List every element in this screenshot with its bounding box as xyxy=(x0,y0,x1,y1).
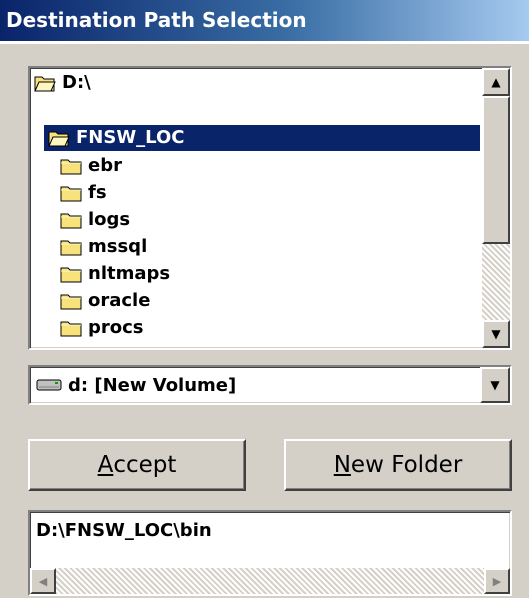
tree-item-folder[interactable]: ebr xyxy=(60,153,126,179)
window-title: Destination Path Selection xyxy=(6,8,307,32)
title-bar: Destination Path Selection xyxy=(0,0,529,44)
tree-item-folder[interactable]: mssql xyxy=(60,234,151,260)
folder-tree[interactable]: D:\ FNSW_LOC ebr fs logs mssql nltmaps o… xyxy=(28,66,512,350)
open-folder-icon xyxy=(48,131,70,147)
accept-button[interactable]: Accept xyxy=(28,439,246,491)
folder-icon xyxy=(60,159,82,175)
accept-mnemonic: A xyxy=(97,452,114,478)
drive-icon xyxy=(36,379,62,391)
tree-item-label: fs xyxy=(88,182,107,203)
new-folder-label: ew Folder xyxy=(350,452,463,478)
scroll-down-button[interactable]: ▼ xyxy=(482,320,510,348)
tree-vertical-scrollbar[interactable]: ▲ ▼ xyxy=(482,68,510,348)
new-folder-button[interactable]: New Folder xyxy=(284,439,512,491)
new-folder-mnemonic: N xyxy=(333,452,351,478)
scroll-up-button[interactable]: ▲ xyxy=(482,68,510,96)
tree-item-folder[interactable]: nltmaps xyxy=(60,261,174,287)
tree-item-label: logs xyxy=(88,209,131,230)
tree-item-label: D:\ xyxy=(62,72,91,93)
tree-item-label: FNSW_LOC xyxy=(72,126,189,150)
tree-item-root[interactable]: D:\ xyxy=(34,70,95,96)
scroll-right-button[interactable]: ▶ xyxy=(484,568,510,594)
tree-item-label: procs xyxy=(88,317,144,338)
tree-item-folder[interactable]: oracle xyxy=(60,288,154,314)
tree-item-label: mssql xyxy=(88,236,148,257)
folder-icon xyxy=(60,186,82,202)
folder-tree-list: D:\ FNSW_LOC ebr fs logs mssql nltmaps o… xyxy=(30,68,480,348)
tree-item-folder[interactable]: fs xyxy=(60,180,111,206)
tree-item-label: nltmaps xyxy=(88,263,171,284)
path-field[interactable]: D:\FNSW_LOC\bin ◀ ▶ xyxy=(28,510,512,596)
chevron-down-icon: ▼ xyxy=(490,378,500,392)
tree-item-folder[interactable]: logs xyxy=(60,207,134,233)
tree-item-folder[interactable]: procs xyxy=(60,315,148,341)
folder-icon xyxy=(60,213,82,229)
arrow-down-icon: ▼ xyxy=(491,327,501,341)
drive-select-value-row: d: [New Volume] xyxy=(36,367,236,403)
arrow-left-icon: ◀ xyxy=(38,574,48,588)
scroll-thumb[interactable] xyxy=(482,96,510,244)
open-folder-icon xyxy=(34,76,56,92)
drive-dropdown-button[interactable]: ▼ xyxy=(480,367,510,403)
tree-item-selected[interactable]: FNSW_LOC xyxy=(48,125,189,151)
drive-select[interactable]: d: [New Volume] ▼ xyxy=(28,365,512,405)
scroll-left-button[interactable]: ◀ xyxy=(30,568,56,594)
folder-icon xyxy=(60,267,82,283)
folder-icon xyxy=(60,294,82,310)
drive-select-value: d: [New Volume] xyxy=(68,374,237,396)
folder-icon xyxy=(60,240,82,256)
arrow-right-icon: ▶ xyxy=(492,574,502,588)
folder-icon xyxy=(60,321,82,337)
path-horizontal-scrollbar[interactable]: ◀ ▶ xyxy=(30,568,510,594)
path-value: D:\FNSW_LOC\bin xyxy=(36,520,212,541)
arrow-up-icon: ▲ xyxy=(491,75,501,89)
dialog-body: D:\ FNSW_LOC ebr fs logs mssql nltmaps o… xyxy=(0,44,529,598)
tree-item-label: ebr xyxy=(88,155,122,176)
drive-select-box: d: [New Volume] ▼ xyxy=(28,365,512,405)
tree-item-label: oracle xyxy=(88,290,151,311)
accept-label: ccept xyxy=(113,452,177,478)
